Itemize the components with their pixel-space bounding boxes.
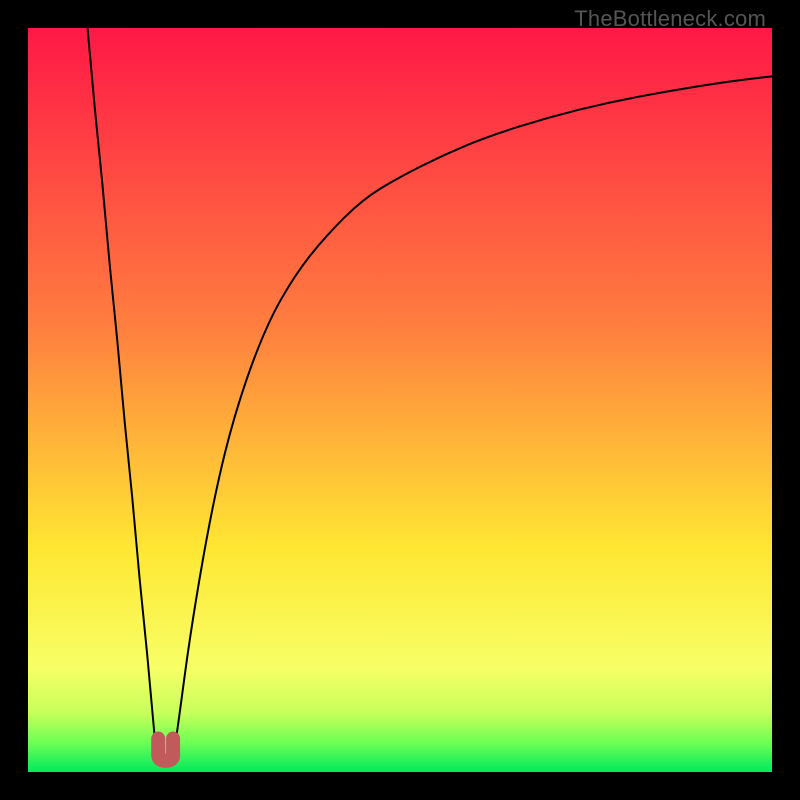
bottleneck-chart [28, 28, 772, 772]
gradient-bg [28, 28, 772, 772]
chart-frame [28, 28, 772, 772]
